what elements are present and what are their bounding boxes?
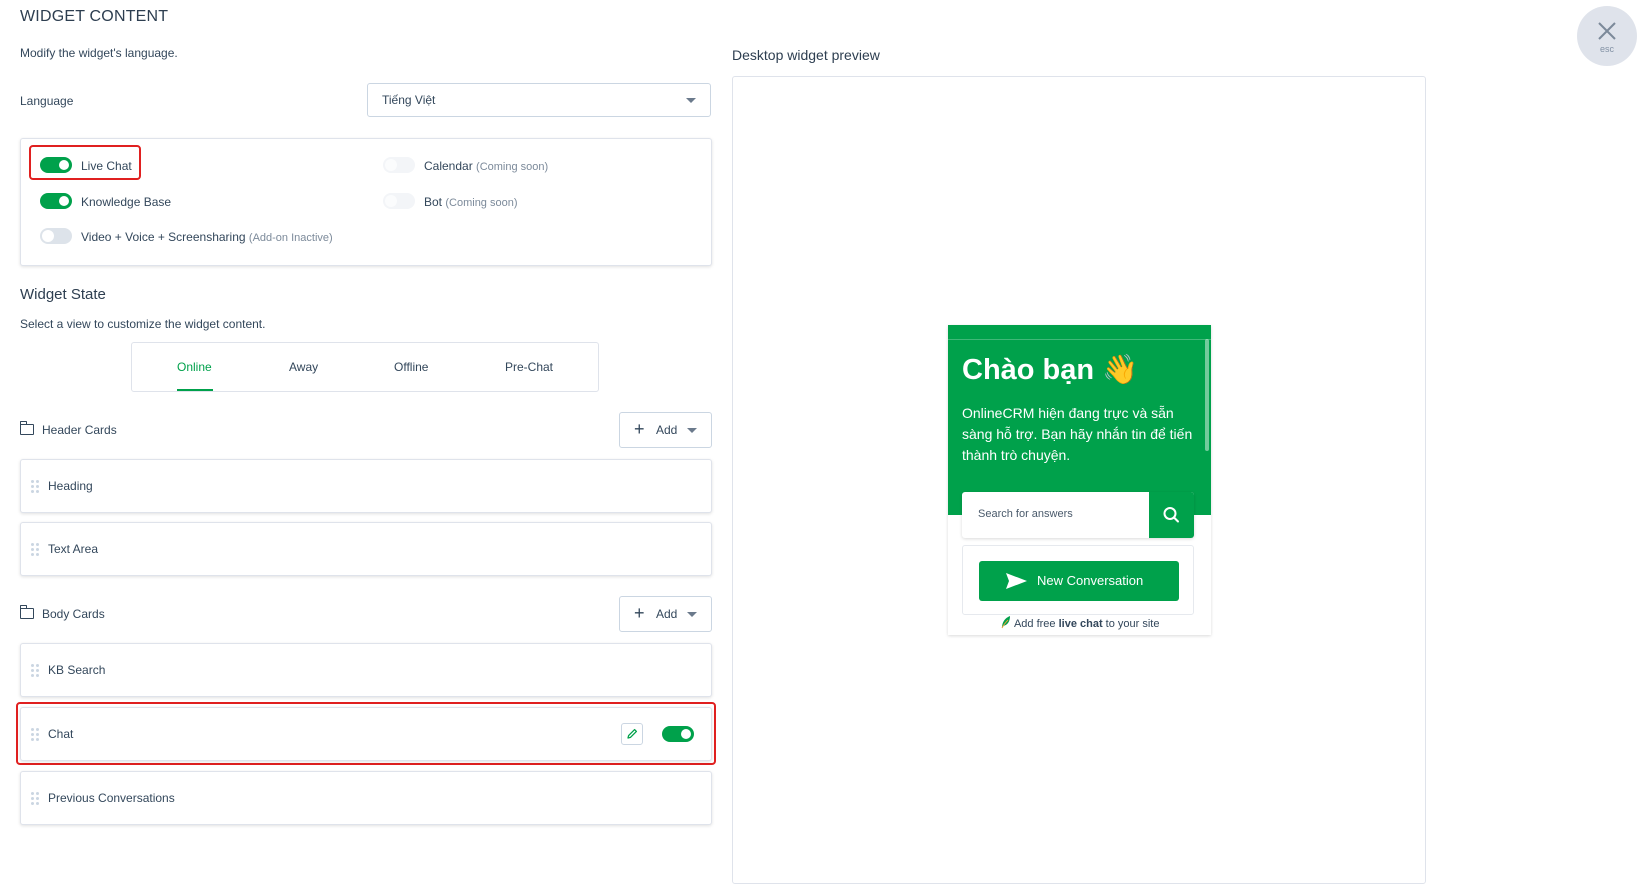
folder-icon: [20, 421, 34, 436]
widget-search-box[interactable]: Search for answers: [962, 492, 1194, 538]
active-tab-indicator: [177, 389, 213, 391]
leaf-icon: [1001, 616, 1010, 629]
card-label: Previous Conversations: [48, 791, 175, 805]
body-cards-section-label: Body Cards: [20, 605, 105, 621]
drag-handle-icon[interactable]: [31, 664, 39, 678]
video-voice-note: (Add-on Inactive): [248, 232, 333, 244]
drag-handle-icon[interactable]: [31, 792, 39, 806]
calendar-text: Calendar: [424, 159, 473, 173]
calendar-label: Calendar (Coming soon): [424, 159, 548, 173]
add-body-card-label: Add: [656, 607, 678, 621]
widget-greeting-text: Chào bạn: [962, 354, 1095, 386]
send-icon: [1006, 573, 1027, 589]
widget-footer[interactable]: Add free live chat to your site: [948, 615, 1211, 635]
add-header-card-label: Add: [656, 423, 678, 437]
footer-prefix: Add free: [1013, 618, 1059, 630]
pencil-icon: [627, 728, 638, 739]
bot-note: (Coming soon): [445, 197, 518, 209]
footer-suffix: to your site: [1102, 618, 1160, 630]
waving-hand-icon: 👋: [1102, 354, 1139, 386]
add-header-card-button[interactable]: + Add: [619, 412, 712, 448]
close-button[interactable]: esc: [1577, 6, 1637, 66]
widget-state-subtitle: Select a view to customize the widget co…: [20, 317, 266, 331]
search-icon: [1163, 507, 1179, 523]
chevron-down-icon: [686, 98, 696, 103]
card-label: KB Search: [48, 663, 106, 677]
video-voice-text: Video + Voice + Screensharing: [81, 230, 246, 244]
header-card-text-area[interactable]: Text Area: [20, 522, 712, 576]
drag-handle-icon[interactable]: [31, 728, 39, 742]
channel-features-panel: Live Chat Knowledge Base Video + Voice +…: [20, 138, 712, 266]
tab-pre-chat[interactable]: Pre-Chat: [505, 360, 553, 374]
widget-chat-card: New Conversation: [962, 545, 1194, 615]
header-cards-label: Header Cards: [42, 423, 117, 437]
card-label: Chat: [48, 727, 74, 741]
page-title: WIDGET CONTENT: [20, 8, 169, 25]
widget-greeting: Chào bạn 👋: [962, 353, 1138, 387]
header-cards-section-label: Header Cards: [20, 421, 117, 437]
knowledge-base-toggle[interactable]: [40, 193, 72, 209]
widget-message: OnlineCRM hiện đang trực và sẵn sàng hỗ …: [962, 405, 1193, 463]
body-card-previous-conversations[interactable]: Previous Conversations: [20, 771, 712, 825]
widget-header: Chào bạn 👋 OnlineCRM hiện đang trực và s…: [948, 325, 1211, 515]
widget-state-tabs: Online Away Offline Pre-Chat: [131, 342, 599, 392]
page-subtitle: Modify the widget's language.: [20, 46, 178, 60]
tab-away[interactable]: Away: [289, 360, 318, 374]
bot-toggle: [383, 193, 415, 209]
widget-search-placeholder: Search for answers: [978, 508, 1073, 520]
bot-text: Bot: [424, 195, 443, 209]
card-label: Heading: [48, 479, 93, 493]
new-conversation-button[interactable]: New Conversation: [979, 561, 1179, 601]
drag-handle-icon[interactable]: [31, 480, 39, 494]
widget-scrollbar[interactable]: [1205, 339, 1209, 451]
folder-icon: [20, 605, 34, 620]
plus-icon: +: [634, 603, 645, 623]
video-voice-label: Video + Voice + Screensharing (Add-on In…: [81, 230, 333, 244]
tab-online[interactable]: Online: [177, 360, 212, 374]
calendar-note: (Coming soon): [476, 161, 549, 173]
close-icon: [1598, 22, 1616, 40]
body-cards-label: Body Cards: [42, 607, 105, 621]
chevron-down-icon: [687, 612, 697, 617]
chat-widget-preview: Chào bạn 👋 OnlineCRM hiện đang trực và s…: [948, 325, 1211, 635]
tab-offline[interactable]: Offline: [394, 360, 428, 374]
widget-header-divider: [948, 339, 1211, 340]
knowledge-base-label: Knowledge Base: [81, 195, 172, 209]
drag-handle-icon[interactable]: [31, 543, 39, 557]
plus-icon: +: [634, 419, 645, 439]
calendar-toggle: [383, 157, 415, 173]
add-body-card-button[interactable]: + Add: [619, 596, 712, 632]
widget-search-button[interactable]: [1149, 492, 1194, 538]
language-label: Language: [20, 94, 74, 108]
card-label: Text Area: [48, 542, 99, 556]
chevron-down-icon: [687, 428, 697, 433]
highlight-frame-live-chat: [29, 145, 141, 180]
new-conversation-label: New Conversation: [1037, 573, 1144, 588]
edit-chat-card-button[interactable]: [621, 723, 643, 745]
language-selected-value: Tiếng Việt: [382, 93, 436, 107]
widget-state-heading: Widget State: [20, 286, 106, 303]
chat-card-toggle[interactable]: [662, 726, 694, 742]
esc-hint: esc: [1599, 44, 1614, 54]
language-select[interactable]: Tiếng Việt: [367, 83, 711, 117]
footer-bold: live chat: [1058, 618, 1103, 630]
body-card-kb-search[interactable]: KB Search: [20, 643, 712, 697]
header-card-heading[interactable]: Heading: [20, 459, 712, 513]
preview-heading: Desktop widget preview: [732, 47, 880, 63]
body-card-chat[interactable]: Chat: [20, 707, 712, 761]
bot-label: Bot (Coming soon): [424, 195, 518, 209]
video-voice-toggle[interactable]: [40, 228, 72, 244]
